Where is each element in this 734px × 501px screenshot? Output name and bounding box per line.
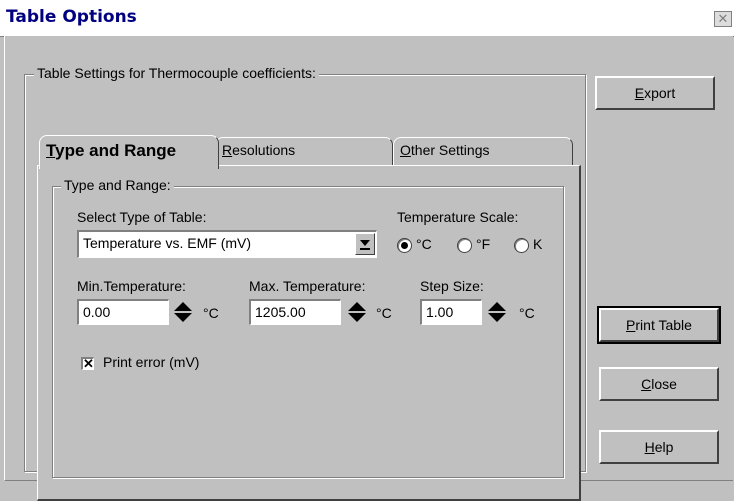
- tab-label: ype and Range: [55, 141, 177, 160]
- print-error-label: Print error (mV): [103, 354, 200, 370]
- table-type-value: Temperature vs. EMF (mV): [83, 235, 252, 251]
- dialog-body: Table Settings for Thermocouple coeffici…: [4, 36, 733, 501]
- title-bar: Table Options ✕: [0, 0, 734, 37]
- print-table-label: rint Table: [635, 317, 692, 333]
- tab-other-settings[interactable]: Other Settings: [393, 137, 573, 167]
- min-temperature-label: Min.Temperature:: [77, 278, 186, 294]
- max-temperature-label: Max. Temperature:: [249, 278, 366, 294]
- step-size-spinner-icon[interactable]: [485, 300, 509, 324]
- min-temperature-input[interactable]: 0.00: [77, 299, 169, 325]
- tab-label: esolutions: [232, 142, 296, 158]
- step-size-label: Step Size:: [420, 278, 484, 294]
- close-accel: C: [641, 376, 652, 392]
- tab-accel: O: [400, 142, 411, 158]
- type-and-range-group: Type and Range: Select Type of Table: Te…: [52, 177, 564, 478]
- help-accel: H: [644, 439, 655, 455]
- print-error-checkbox[interactable]: ✕: [81, 357, 94, 370]
- tab-resolutions[interactable]: Resolutions: [215, 137, 393, 167]
- tab-accel: T: [46, 141, 56, 160]
- table-type-label: Select Type of Table:: [77, 209, 207, 225]
- radio-celsius[interactable]: [397, 238, 412, 253]
- min-temperature-spinner-icon[interactable]: [171, 300, 195, 324]
- tab-panel-type-and-range: Type and Range: Select Type of Table: Te…: [37, 165, 581, 501]
- min-temperature-value: 0.00: [83, 304, 111, 320]
- print-table-button[interactable]: Print Table: [597, 306, 721, 344]
- export-label: xport: [644, 85, 676, 101]
- table-settings-group: Table Settings for Thermocouple coeffici…: [24, 65, 586, 501]
- tab-type-and-range[interactable]: Type and Range: [39, 135, 219, 169]
- table-settings-legend: Table Settings for Thermocouple coeffici…: [34, 65, 319, 81]
- radio-kelvin[interactable]: [514, 238, 529, 253]
- max-temperature-spinner-icon[interactable]: [345, 300, 369, 324]
- close-button[interactable]: Close: [599, 367, 719, 401]
- close-icon[interactable]: ✕: [714, 11, 732, 27]
- step-size-unit: °C: [519, 305, 535, 321]
- min-temperature-unit: °C: [203, 305, 219, 321]
- chevron-down-icon[interactable]: [355, 233, 375, 255]
- tab-accel: R: [222, 142, 233, 158]
- close-label: lose: [651, 376, 677, 392]
- step-size-value: 1.00: [426, 304, 454, 320]
- radio-celsius-label: °C: [416, 236, 432, 252]
- tab-label: ther Settings: [410, 142, 490, 158]
- type-and-range-legend: Type and Range:: [61, 177, 174, 193]
- radio-kelvin-label: K: [533, 236, 543, 252]
- help-button[interactable]: Help: [599, 430, 719, 464]
- export-button[interactable]: Export: [595, 76, 715, 110]
- step-size-input[interactable]: 1.00: [420, 299, 482, 325]
- max-temperature-input[interactable]: 1205.00: [249, 299, 341, 325]
- export-accel: E: [634, 85, 645, 101]
- max-temperature-value: 1205.00: [255, 304, 306, 320]
- window-title: Table Options: [6, 7, 137, 27]
- print-table-accel: P: [626, 317, 636, 333]
- radio-fahrenheit-label: °F: [476, 236, 491, 252]
- max-temperature-unit: °C: [376, 305, 392, 321]
- radio-fahrenheit[interactable]: [457, 238, 472, 253]
- temperature-scale-label: Temperature Scale:: [397, 209, 519, 225]
- help-label: elp: [654, 439, 674, 455]
- table-type-select[interactable]: Temperature vs. EMF (mV): [77, 230, 377, 258]
